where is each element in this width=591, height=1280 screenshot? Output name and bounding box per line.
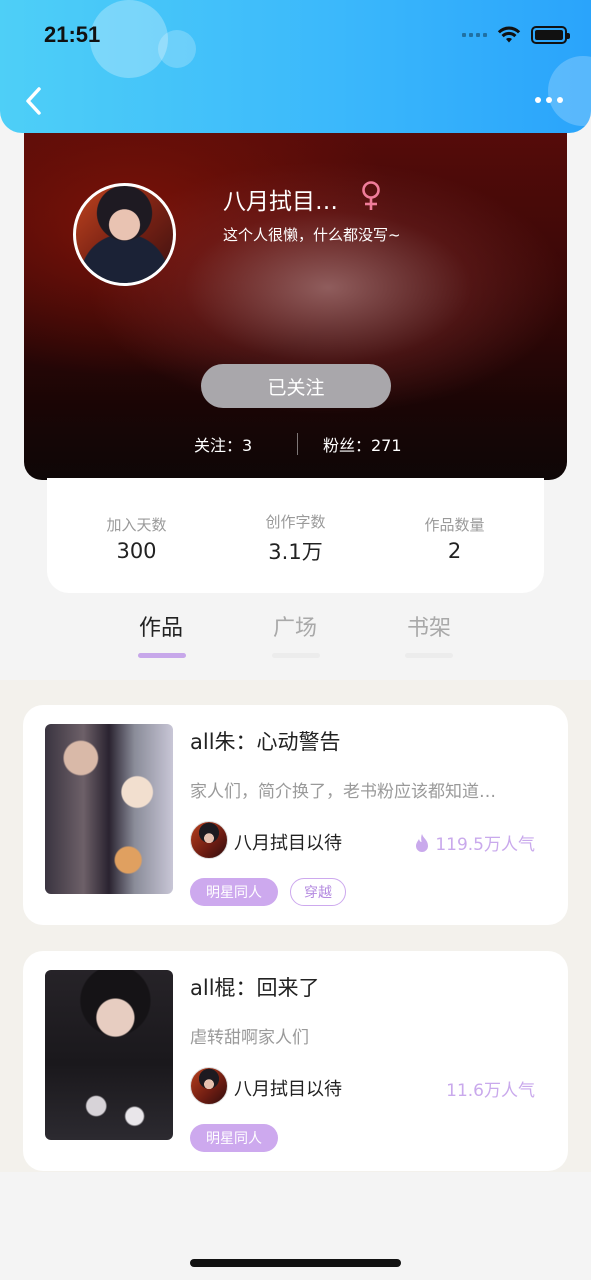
popularity-value: 119.5万人气 <box>435 835 535 855</box>
book-card[interactable]: all朱：心动警告 家人们，简介换了，老书粉应该都知道… 八月拭目以待 119.… <box>23 705 568 925</box>
tab-bar: 作品 广场 书架 <box>0 606 591 666</box>
wifi-icon <box>497 26 521 43</box>
signal-icon <box>462 33 487 37</box>
author-avatar[interactable] <box>190 1067 228 1105</box>
book-cover[interactable] <box>45 970 173 1140</box>
profile-bio: 这个人很懒，什么都没写~ <box>223 226 401 244</box>
tab-bookshelf[interactable]: 书架 <box>389 610 469 642</box>
following-count[interactable]: 关注：3 <box>194 432 252 456</box>
decor-bubble <box>158 30 196 68</box>
stat-label: 创作字数 <box>265 513 326 531</box>
follow-button[interactable]: 已关注 <box>201 364 391 408</box>
tag[interactable]: 明星同人 <box>190 1124 278 1152</box>
stat-value: 2 <box>447 539 462 563</box>
profile-card: 八月拭目… 这个人很懒，什么都没写~ 已关注 关注：3 粉丝：271 <box>24 110 567 480</box>
popularity: 119.5万人气 <box>414 830 535 855</box>
female-icon <box>362 181 380 210</box>
status-time: 21:51 <box>44 22 101 47</box>
stat-label: 加入天数 <box>106 516 167 534</box>
book-description: 家人们，简介换了，老书粉应该都知道… <box>190 782 496 802</box>
book-cover[interactable] <box>45 724 173 894</box>
author-name: 八月拭目以待 <box>234 833 342 854</box>
flame-icon <box>416 833 429 852</box>
tab-works[interactable]: 作品 <box>121 610 201 642</box>
tag-row: 明星同人 穿越 <box>190 878 346 906</box>
chevron-left-icon <box>26 87 41 115</box>
popularity-value: 11.6万人气 <box>446 1081 535 1101</box>
status-icons <box>462 26 570 44</box>
back-button[interactable] <box>18 84 48 118</box>
fans-count[interactable]: 粉丝：271 <box>323 432 402 456</box>
word-count-stat: 创作字数 3.1万 <box>226 505 366 566</box>
join-days-stat: 加入天数 300 <box>67 508 207 563</box>
home-indicator[interactable] <box>190 1259 401 1267</box>
top-header: 21:51 <box>0 0 591 133</box>
tab-indicator <box>272 653 320 658</box>
avatar[interactable] <box>73 183 176 286</box>
stat-value: 300 <box>116 539 157 563</box>
divider <box>297 433 298 455</box>
more-dots-icon <box>535 97 541 103</box>
profile-nickname: 八月拭目… <box>223 189 338 215</box>
book-title: all朱：心动警告 <box>190 730 341 754</box>
tag-row: 明星同人 <box>190 1124 278 1152</box>
tag[interactable]: 明星同人 <box>190 878 278 906</box>
decor-bubble <box>90 0 168 78</box>
book-description: 虐转甜啊家人们 <box>190 1028 309 1048</box>
battery-icon <box>531 26 570 44</box>
stat-value: 3.1万 <box>268 540 323 564</box>
author-name: 八月拭目以待 <box>234 1079 342 1100</box>
follow-stats: 关注：3 粉丝：271 <box>24 432 567 456</box>
works-count-stat: 作品数量 2 <box>385 508 525 563</box>
stat-label: 作品数量 <box>424 516 485 534</box>
stats-card: 加入天数 300 创作字数 3.1万 作品数量 2 <box>47 478 544 593</box>
tag[interactable]: 穿越 <box>290 878 346 906</box>
book-title: all棍：回来了 <box>190 976 320 1000</box>
more-button[interactable] <box>531 90 567 110</box>
author-avatar[interactable] <box>190 821 228 859</box>
tab-square[interactable]: 广场 <box>255 610 335 642</box>
tab-indicator-active <box>138 653 186 658</box>
book-card[interactable]: all棍：回来了 虐转甜啊家人们 八月拭目以待 11.6万人气 明星同人 <box>23 951 568 1171</box>
popularity: 11.6万人气 <box>446 1076 535 1101</box>
tab-indicator <box>405 653 453 658</box>
